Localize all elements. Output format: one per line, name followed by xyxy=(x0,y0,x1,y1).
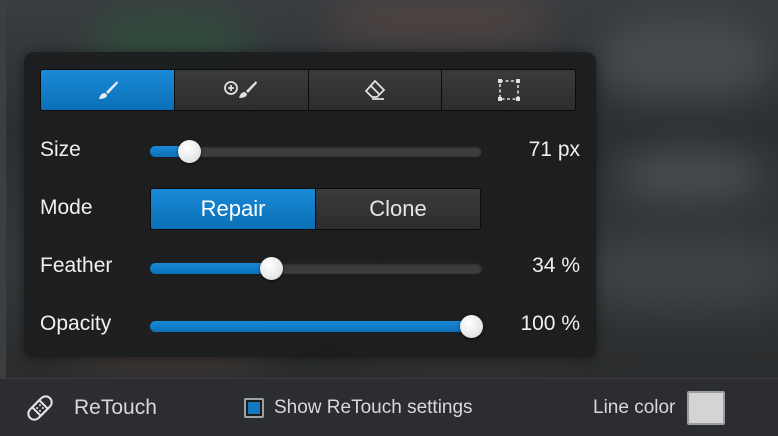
retouch-tool-label: ReTouch xyxy=(74,396,157,419)
mode-label: Mode xyxy=(40,196,93,219)
opacity-slider-knob[interactable] xyxy=(460,315,483,338)
eraser-icon xyxy=(364,80,385,100)
feather-value: 34 % xyxy=(532,254,580,277)
bandage-icon xyxy=(27,395,53,421)
size-label: Size xyxy=(40,138,81,161)
feather-slider[interactable] xyxy=(150,257,482,280)
opacity-slider[interactable] xyxy=(150,315,483,338)
line-color-label: Line color xyxy=(593,397,676,418)
feather-slider-knob[interactable] xyxy=(260,257,284,280)
checkbox-check xyxy=(248,402,260,414)
size-slider[interactable] xyxy=(150,140,482,163)
opacity-slider-fill xyxy=(150,321,471,332)
show-settings-option[interactable]: Show ReTouch settings xyxy=(244,379,473,436)
bottom-toolbar: ReTouch Show ReTouch settings Line color xyxy=(0,378,778,436)
size-value: 71 px xyxy=(528,138,580,161)
opacity-value: 100 % xyxy=(520,312,580,335)
selection-rect-icon xyxy=(497,79,520,101)
selection-tool-button[interactable] xyxy=(442,70,575,110)
opacity-label: Opacity xyxy=(40,312,112,335)
canvas-edge xyxy=(0,0,6,378)
show-settings-label: Show ReTouch settings xyxy=(274,397,473,418)
retouch-settings-panel: Size 71 px Mode Repair Clone Feather 34 … xyxy=(24,52,596,357)
retouch-tool[interactable]: ReTouch xyxy=(24,379,157,436)
mode-repair-button[interactable]: Repair xyxy=(151,189,315,229)
brush-tool-button[interactable] xyxy=(41,70,174,110)
mode-toggle: Repair Clone xyxy=(150,188,481,230)
add-brush-icon xyxy=(224,81,258,98)
feather-label: Feather xyxy=(40,254,113,277)
show-settings-checkbox[interactable] xyxy=(244,398,264,418)
brush-icon xyxy=(99,81,119,99)
tool-selector xyxy=(40,69,576,111)
mode-clone-button[interactable]: Clone xyxy=(316,189,480,229)
line-color-option: Line color xyxy=(593,379,726,436)
line-color-swatch[interactable] xyxy=(687,391,726,425)
feather-slider-fill xyxy=(150,263,272,274)
eraser-tool-button[interactable] xyxy=(308,70,442,110)
add-brush-tool-button[interactable] xyxy=(174,70,308,110)
size-slider-knob[interactable] xyxy=(177,140,201,163)
